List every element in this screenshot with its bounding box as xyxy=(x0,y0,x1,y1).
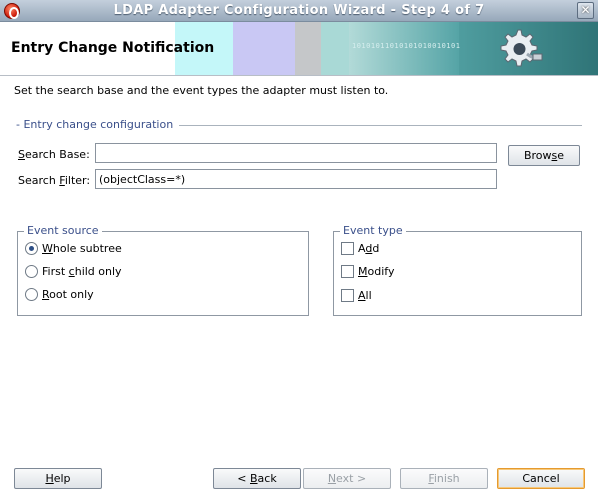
window-title: LDAP Adapter Configuration Wizard - Step… xyxy=(113,3,485,18)
banner-binary-decoration: 10101011010101010010101 xyxy=(352,42,461,50)
checkbox[interactable] xyxy=(341,241,354,255)
wizard-header: 10101011010101010010101 Entry Change Not… xyxy=(0,22,598,76)
back-button[interactable]: < Back xyxy=(213,468,301,489)
radio-whole-subtree[interactable]: Whole subtree xyxy=(25,240,122,256)
title-bar: LDAP Adapter Configuration Wizard - Step… xyxy=(0,0,598,22)
option-label: Modify xyxy=(358,264,395,278)
page-heading: Entry Change Notification xyxy=(11,40,215,56)
search-filter-label: Search Filter: xyxy=(18,174,91,187)
next-button[interactable]: Next > xyxy=(303,468,391,489)
instruction-text: Set the search base and the event types … xyxy=(14,84,389,97)
option-label: Whole subtree xyxy=(42,241,122,255)
option-label: Root only xyxy=(42,287,94,301)
search-base-label: Search Base: xyxy=(18,148,90,161)
browse-button[interactable]: Browse xyxy=(508,145,580,166)
checkbox-add[interactable]: Add xyxy=(341,240,379,256)
event-source-legend: Event source xyxy=(24,224,102,237)
section-title: - Entry change configuration xyxy=(16,118,180,131)
finish-button[interactable]: Finish xyxy=(400,468,488,489)
banner-band xyxy=(321,22,349,75)
checkbox[interactable] xyxy=(341,264,354,278)
event-type-legend: Event type xyxy=(340,224,406,237)
search-base-input[interactable] xyxy=(95,143,497,163)
help-button[interactable]: Help xyxy=(14,468,102,489)
search-filter-input[interactable] xyxy=(95,169,497,189)
radio-first-child-only[interactable]: First child only xyxy=(25,263,122,279)
entry-config-section-header: - Entry change configuration xyxy=(16,118,582,132)
option-label: Add xyxy=(358,241,380,255)
option-label: First child only xyxy=(42,264,122,278)
checkbox-all[interactable]: All xyxy=(341,287,372,303)
checkbox[interactable] xyxy=(341,288,354,302)
radio-button[interactable] xyxy=(25,287,38,301)
radio-button-checked[interactable] xyxy=(25,241,38,255)
banner-band xyxy=(233,22,295,75)
radio-root-only[interactable]: Root only xyxy=(25,286,94,302)
close-icon[interactable]: ✕ xyxy=(577,2,594,19)
checkbox-modify[interactable]: Modify xyxy=(341,263,394,279)
cancel-button[interactable]: Cancel xyxy=(497,468,585,489)
gear-plug-icon xyxy=(500,29,543,67)
banner-band xyxy=(295,22,321,75)
radio-button[interactable] xyxy=(25,264,38,278)
option-label: All xyxy=(358,288,372,302)
